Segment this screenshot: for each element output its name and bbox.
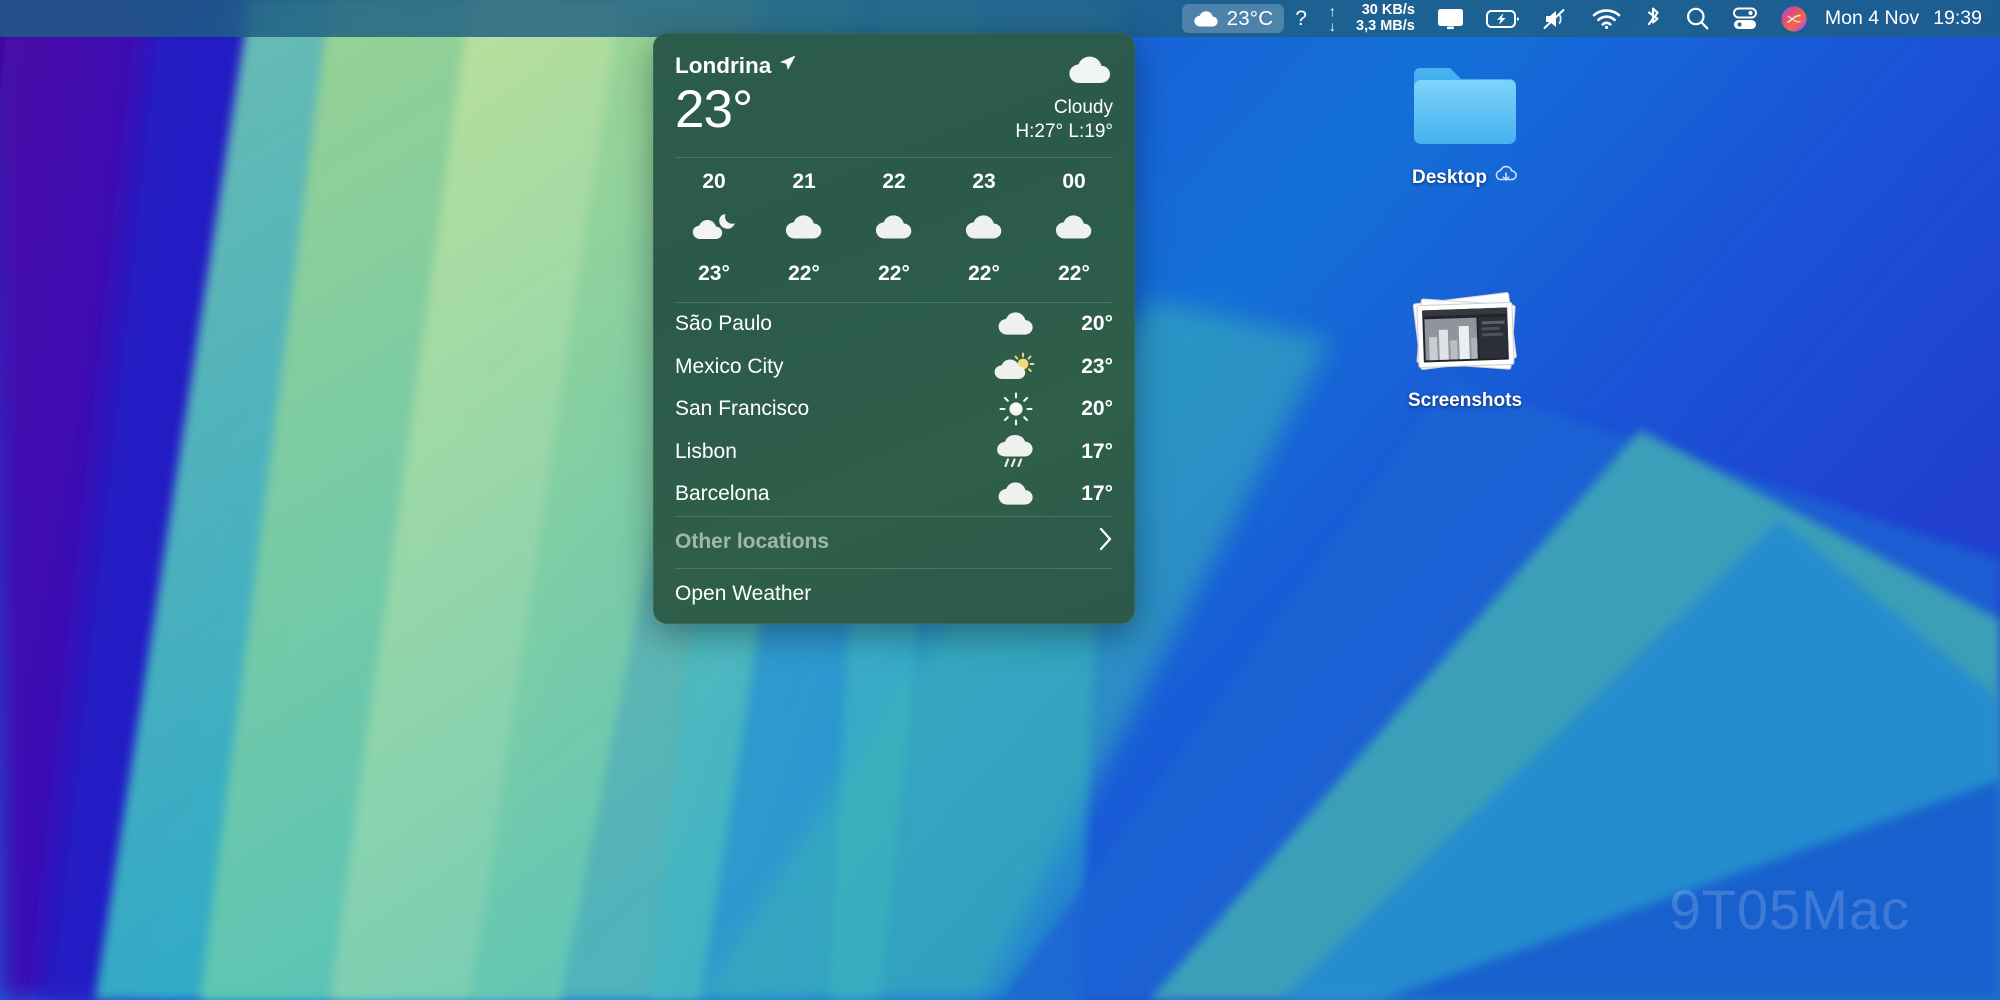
cloud-icon [1193,9,1219,28]
control-center-icon [1732,7,1758,31]
watermark-text: 9T05Mac [1669,878,1910,941]
city-row-barcelona[interactable]: Barcelona 17° [653,473,1135,516]
watermark: 9T05Mac [1670,877,1910,942]
menu-bar-sound-item[interactable] [1531,4,1581,33]
hourly-forecast-row: 20 23° 21 22° 22 22° 23 22° 00 22° [653,158,1135,292]
wifi-icon [1592,8,1621,29]
hourly-temp: 22° [968,262,1000,285]
weather-high-low: H:27° L:19° [1015,121,1113,142]
menu-bar-weather-item[interactable]: 23°C [1181,4,1285,33]
hourly-temp: 23° [698,262,730,285]
cloud-icon [874,204,914,250]
city-row-mexico-city[interactable]: Mexico City 23° [653,346,1135,389]
cloud-icon [981,481,1051,507]
city-name: Barcelona [675,482,770,506]
desktop-icon-screenshots[interactable]: Screenshots [1365,288,1565,412]
other-locations-label: Other locations [675,530,830,553]
menu-bar-search-item[interactable] [1674,4,1721,33]
weather-header: Londrina 23° Cloudy H:27° L:19° [653,33,1135,157]
city-temp: 17° [1081,439,1113,463]
cloud-rain-icon [981,435,1051,468]
menu-bar-status-items: 23°C ? ↑ 30 KB/s ↓ 3,3 MB/s Mon 4 Nov 19… [1181,0,2000,37]
bluetooth-icon [1643,6,1663,31]
sun-icon [981,392,1051,426]
cloud-icon [1067,55,1113,91]
open-weather-label: Open Weather [675,582,812,605]
menu-bar-control-center-item[interactable] [1721,4,1769,33]
question-mark-icon: ? [1295,6,1307,30]
desktop-icon-desktop[interactable]: Desktop [1365,58,1565,190]
weather-header-left: Londrina 23° [675,53,797,143]
city-temp: 23° [1081,354,1113,378]
menu-bar: 23°C ? ↑ 30 KB/s ↓ 3,3 MB/s Mon 4 Nov 19… [0,0,2000,37]
download-arrow-icon: ↓ [1328,17,1336,34]
city-row-sao-paulo[interactable]: São Paulo 20° [653,303,1135,346]
hourly-temp: 22° [878,262,910,285]
city-name: Lisbon [675,439,737,463]
blue-folder-icon [1406,58,1524,158]
hourly-cell: 23 22° [939,170,1029,286]
weather-widget-panel: Londrina 23° Cloudy H:27° L:19° 20 23° 2… [653,33,1135,624]
weather-condition: Cloudy [1053,97,1113,118]
hourly-cell: 21 22° [759,170,849,286]
city-name: San Francisco [675,397,810,421]
hourly-hour: 00 [1062,170,1086,193]
chevron-right-icon [1098,527,1113,557]
city-temp: 20° [1081,312,1113,336]
menu-bar-weather-temp: 23°C [1226,6,1274,30]
hourly-hour: 23 [972,170,996,193]
cloud-icon [964,204,1004,250]
photo-stack-icon [1405,288,1525,383]
other-locations-row[interactable]: Other locations [653,517,1135,568]
menu-bar-bluetooth-item[interactable] [1632,4,1674,33]
icloud-download-icon [1494,165,1518,190]
upload-speed-value: 30 KB/s [1361,2,1415,19]
menu-bar-wifi-item[interactable] [1581,4,1632,33]
city-row-lisbon[interactable]: Lisbon 17° [653,431,1135,474]
search-icon [1685,6,1710,31]
hourly-cell: 20 23° [669,170,759,286]
desktop-icon-screenshots-label-row: Screenshots [1408,390,1522,412]
hourly-hour: 20 [702,170,726,193]
weather-location-name: Londrina [675,53,772,78]
cloud-icon [784,204,824,250]
download-speed-value: 3,3 MB/s [1356,17,1415,34]
open-weather-row[interactable]: Open Weather [653,569,1135,620]
menu-bar-network-speed[interactable]: ↑ 30 KB/s ↓ 3,3 MB/s [1318,2,1426,34]
siri-icon [1780,5,1808,33]
hourly-temp: 22° [1058,262,1090,285]
battery-charging-icon [1485,9,1520,29]
menu-bar-battery-item[interactable] [1475,4,1531,33]
hourly-cell: 22 22° [849,170,939,286]
hourly-cell: 00 22° [1029,170,1119,286]
weather-current-temp: 23° [675,80,753,139]
city-temp: 20° [1081,397,1113,421]
cloud-sun-icon [981,352,1051,382]
menu-bar-help-item[interactable]: ? [1284,4,1318,33]
menu-bar-display-item[interactable] [1426,4,1475,33]
location-arrow-icon [778,53,797,79]
menu-bar-siri-item[interactable] [1769,4,1819,33]
hourly-hour: 21 [792,170,816,193]
hourly-hour: 22 [882,170,906,193]
city-name: São Paulo [675,312,772,336]
city-temp: 17° [1081,482,1113,506]
menu-bar-date: Mon 4 Nov [1824,7,1920,29]
hourly-temp: 22° [788,262,820,285]
cloud-moon-icon [692,204,736,250]
cloud-icon [1054,204,1094,250]
menu-bar-time: 19:39 [1933,7,1982,29]
city-name: Mexico City [675,354,784,378]
desktop-icon-screenshots-label: Screenshots [1407,390,1523,411]
menu-bar-clock[interactable]: Mon 4 Nov 19:39 [1819,4,1986,33]
weather-location-row: Londrina [675,53,797,79]
desktop-icon-desktop-label-row: Desktop [1412,165,1518,190]
cloud-icon [981,311,1051,337]
mute-speaker-icon [1542,7,1570,31]
upload-arrow-icon: ↑ [1328,2,1336,19]
weather-header-right: Cloudy H:27° L:19° [1015,53,1113,143]
city-row-san-francisco[interactable]: San Francisco 20° [653,388,1135,431]
display-icon [1437,8,1464,30]
desktop-icon-desktop-label: Desktop [1412,166,1487,188]
